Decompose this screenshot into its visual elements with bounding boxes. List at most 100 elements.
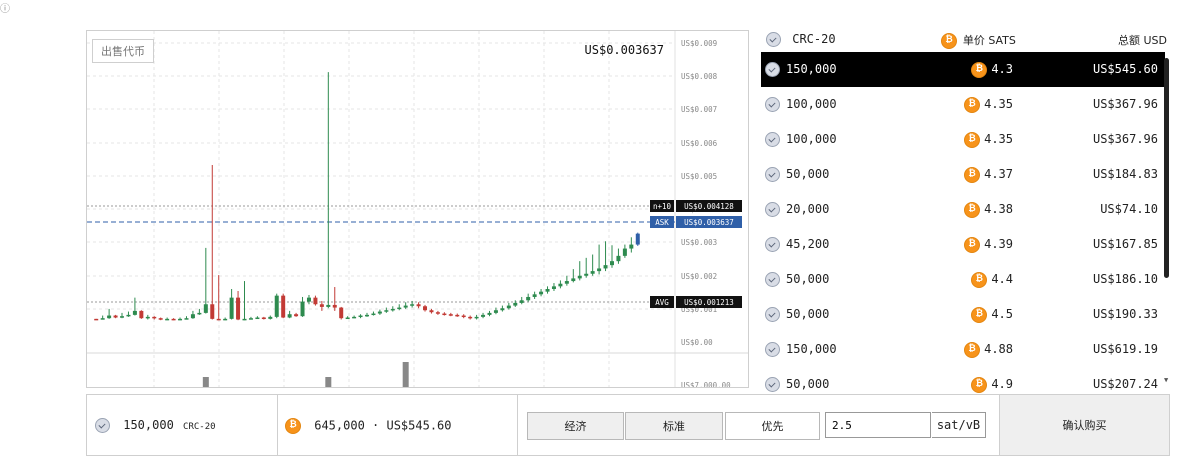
candle-body	[384, 310, 389, 312]
btc-coin-icon: ₿	[964, 236, 981, 253]
row-quantity: 50,000	[765, 262, 829, 297]
candle-body	[622, 248, 627, 256]
candle-body	[223, 318, 228, 321]
scroll-down-arrow-icon[interactable]: ▼	[1164, 376, 1168, 384]
candle-body	[519, 300, 524, 303]
candle-body	[609, 261, 614, 266]
candle-body	[126, 314, 131, 317]
candle-body	[590, 271, 595, 274]
row-total-value: US$619.19	[1092, 342, 1158, 356]
header-price-label: 单价 SATS	[962, 34, 1016, 47]
order-book-row[interactable]: 45,200 ₿ 4.39 US$167.85	[761, 227, 1165, 262]
candle-body	[171, 318, 176, 321]
btc-coin-icon: ₿	[941, 32, 957, 49]
y-tick-label: US$0.007	[681, 105, 717, 114]
purchase-cost: ₿ 645,000 · US$545.60	[277, 395, 518, 455]
volume-bar	[402, 362, 409, 387]
avg-tag: AVG	[655, 298, 669, 307]
fee-rate-input[interactable]	[825, 412, 931, 438]
row-total-value: US$367.96	[1092, 132, 1158, 146]
header-price: ₿ 单价 SATS	[941, 32, 1016, 49]
candle-body	[616, 255, 621, 262]
candle-body	[255, 317, 260, 320]
candle-body	[526, 296, 531, 301]
row-quantity-value: 50,000	[786, 307, 830, 321]
order-book-row[interactable]: 150,000 ₿ 4.88 US$619.19	[761, 332, 1165, 367]
crc20-coin-icon	[765, 132, 780, 147]
row-price: ₿ 4.88	[964, 332, 1013, 367]
fee-option-standard[interactable]: 标准	[625, 412, 723, 440]
row-price: ₿ 4.37	[964, 157, 1013, 192]
candle-body	[300, 301, 305, 317]
fee-option-economy[interactable]: 经济	[527, 412, 624, 440]
purchase-bar: 150,000 CRC-20 ₿ 645,000 · US$545.60 经济 …	[86, 394, 1170, 456]
btc-coin-icon: ₿	[971, 61, 988, 78]
volume-bar	[325, 377, 332, 387]
row-price: ₿ 4.4	[971, 262, 1013, 297]
row-quantity: 45,200	[765, 227, 829, 262]
scrollbar-thumb[interactable]	[1164, 58, 1169, 278]
candle-body	[306, 297, 311, 302]
candle-body	[597, 268, 602, 272]
candle-body	[474, 316, 479, 319]
candle-body	[261, 317, 266, 320]
y-tick-label: US$0.00	[681, 338, 713, 347]
header-total-label: 总额 USD	[1117, 34, 1167, 47]
header-qty: CRC-20	[766, 32, 836, 47]
order-book-scrollbar[interactable]	[1164, 54, 1170, 390]
candle-body	[532, 294, 537, 297]
candle-body	[268, 316, 273, 319]
candle-body	[371, 313, 376, 316]
row-quantity-value: 50,000	[786, 377, 830, 391]
row-price-value: 4.37	[984, 167, 1013, 181]
order-book-row[interactable]: 50,000 ₿ 4.5 US$190.33	[761, 297, 1165, 332]
row-price-value: 4.39	[984, 237, 1013, 251]
crc20-coin-icon	[765, 237, 780, 252]
candle-body	[139, 310, 144, 319]
crc20-coin-icon	[765, 377, 780, 392]
candle-body	[107, 315, 112, 319]
candle-body	[461, 315, 466, 318]
candle-body	[313, 297, 318, 305]
order-book-row[interactable]: 50,000 ₿ 4.37 US$184.83	[761, 157, 1165, 192]
row-quantity: 150,000	[765, 332, 837, 367]
order-book-row[interactable]: 100,000 ₿ 4.35 US$367.96	[761, 122, 1165, 157]
order-book-row[interactable]: 100,000 ₿ 4.35 US$367.96	[761, 87, 1165, 122]
fee-option-priority[interactable]: 优先	[725, 412, 820, 440]
candle-body	[423, 306, 428, 311]
current-price-label: US$0.003637	[584, 43, 664, 57]
crc20-coin-icon	[765, 62, 780, 77]
candle-body	[287, 314, 292, 318]
btc-coin-icon: ₿	[964, 341, 981, 358]
candle-body	[158, 318, 163, 320]
row-quantity: 20,000	[765, 192, 829, 227]
sell-token-button[interactable]: 出售代币	[92, 39, 154, 63]
candle-body	[435, 312, 440, 314]
btc-coin-icon: ₿	[964, 166, 981, 183]
order-book: CRC-20 ₿ 单价 SATS 总额 USD 150,000 ₿ 4.3 US$54…	[761, 30, 1173, 393]
crc20-coin-icon	[95, 418, 110, 433]
candle-body	[248, 318, 253, 320]
candle-body	[365, 314, 369, 317]
row-total-value: US$74.10	[1100, 202, 1158, 216]
candle-body	[571, 278, 576, 282]
n10-tag: n+10	[653, 202, 672, 211]
order-book-row[interactable]: 150,000 ₿ 4.3 US$545.60	[761, 52, 1165, 87]
candle-body	[493, 310, 498, 313]
confirm-purchase-button[interactable]: 确认购买	[999, 395, 1169, 455]
candle-body	[481, 314, 486, 317]
order-book-row[interactable]: 50,000 ₿ 4.4 US$186.10	[761, 262, 1165, 297]
order-book-row[interactable]: 20,000 ₿ 4.38 US$74.10	[761, 192, 1165, 227]
candle-body	[545, 289, 550, 292]
row-total-value: US$184.83	[1092, 167, 1158, 181]
candle-body	[165, 318, 170, 321]
candle-body	[603, 265, 608, 269]
candle-body	[584, 273, 589, 276]
candle-body	[345, 317, 350, 320]
row-price-value: 4.4	[991, 272, 1013, 286]
row-quantity: 100,000	[765, 87, 837, 122]
candle-body	[242, 318, 247, 321]
candle-body	[210, 304, 215, 319]
row-quantity: 150,000	[765, 52, 837, 87]
row-price-value: 4.88	[984, 342, 1013, 356]
